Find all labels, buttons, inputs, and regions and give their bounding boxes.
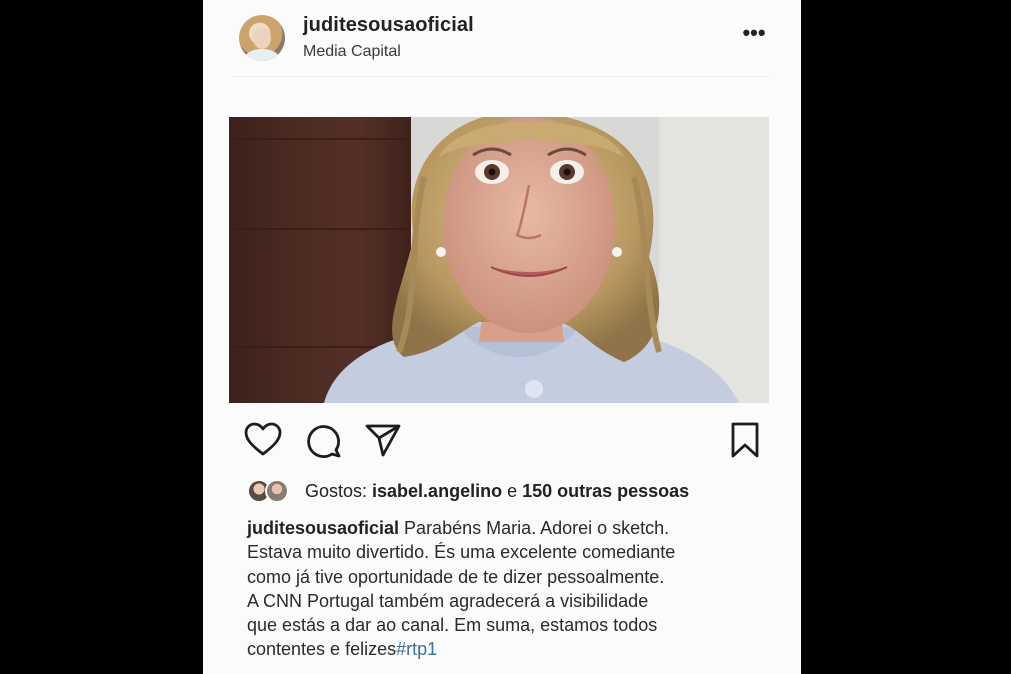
caption-text: contentes e felizes — [247, 639, 397, 660]
caption-line: contentes e felizes#rtp1 — [247, 637, 787, 661]
post-photo-graphic — [229, 117, 769, 403]
send-icon[interactable] — [363, 420, 403, 460]
profile-avatar[interactable] — [239, 15, 285, 61]
avatar-shirt — [245, 49, 279, 61]
heart-icon[interactable] — [243, 420, 283, 460]
likes-others[interactable]: 150 outras pessoas — [522, 481, 689, 501]
caption-line: que estás a dar ao canal. Em suma, estam… — [247, 615, 658, 636]
bookmark-icon[interactable] — [725, 420, 765, 460]
caption-line: Estava muito divertido. És uma excelente… — [247, 542, 676, 563]
caption-line: A CNN Portugal também agradecerá a visib… — [247, 590, 649, 611]
avatar-face — [253, 27, 271, 49]
likes-prefix: Gostos: — [305, 481, 373, 501]
post-caption: juditesousaoficial Parabéns Maria. Adore… — [247, 516, 787, 662]
liker-avatar — [265, 479, 289, 503]
likes-user[interactable]: isabel.angelino — [372, 481, 502, 501]
caption-text: Parabéns Maria. Adorei o sketch. — [399, 518, 670, 538]
post-location[interactable]: Media Capital — [303, 43, 401, 61]
post-header: juditesousaoficial Media Capital ••• — [203, 0, 801, 78]
comment-icon[interactable] — [303, 420, 343, 460]
caption-line: como já tive oportunidade de te dizer pe… — [247, 566, 665, 587]
more-dots-icon[interactable]: ••• — [741, 22, 767, 44]
instagram-post: juditesousaoficial Media Capital ••• Gos… — [203, 0, 801, 674]
post-username[interactable]: juditesousaoficial — [303, 14, 474, 37]
likes-text: Gostos: isabel.angelino e 150 outras pes… — [305, 481, 689, 502]
hashtag-link[interactable]: #rtp1 — [396, 639, 437, 659]
caption-username[interactable]: juditesousaoficial — [247, 518, 399, 538]
post-image[interactable] — [229, 117, 769, 403]
post-actions — [203, 420, 801, 464]
likes-connector: e — [502, 481, 523, 501]
header-divider — [233, 76, 769, 77]
caption-line: juditesousaoficial Parabéns Maria. Adore… — [247, 516, 787, 540]
likes-row[interactable]: Gostos: isabel.angelino e 150 outras pes… — [247, 478, 787, 506]
